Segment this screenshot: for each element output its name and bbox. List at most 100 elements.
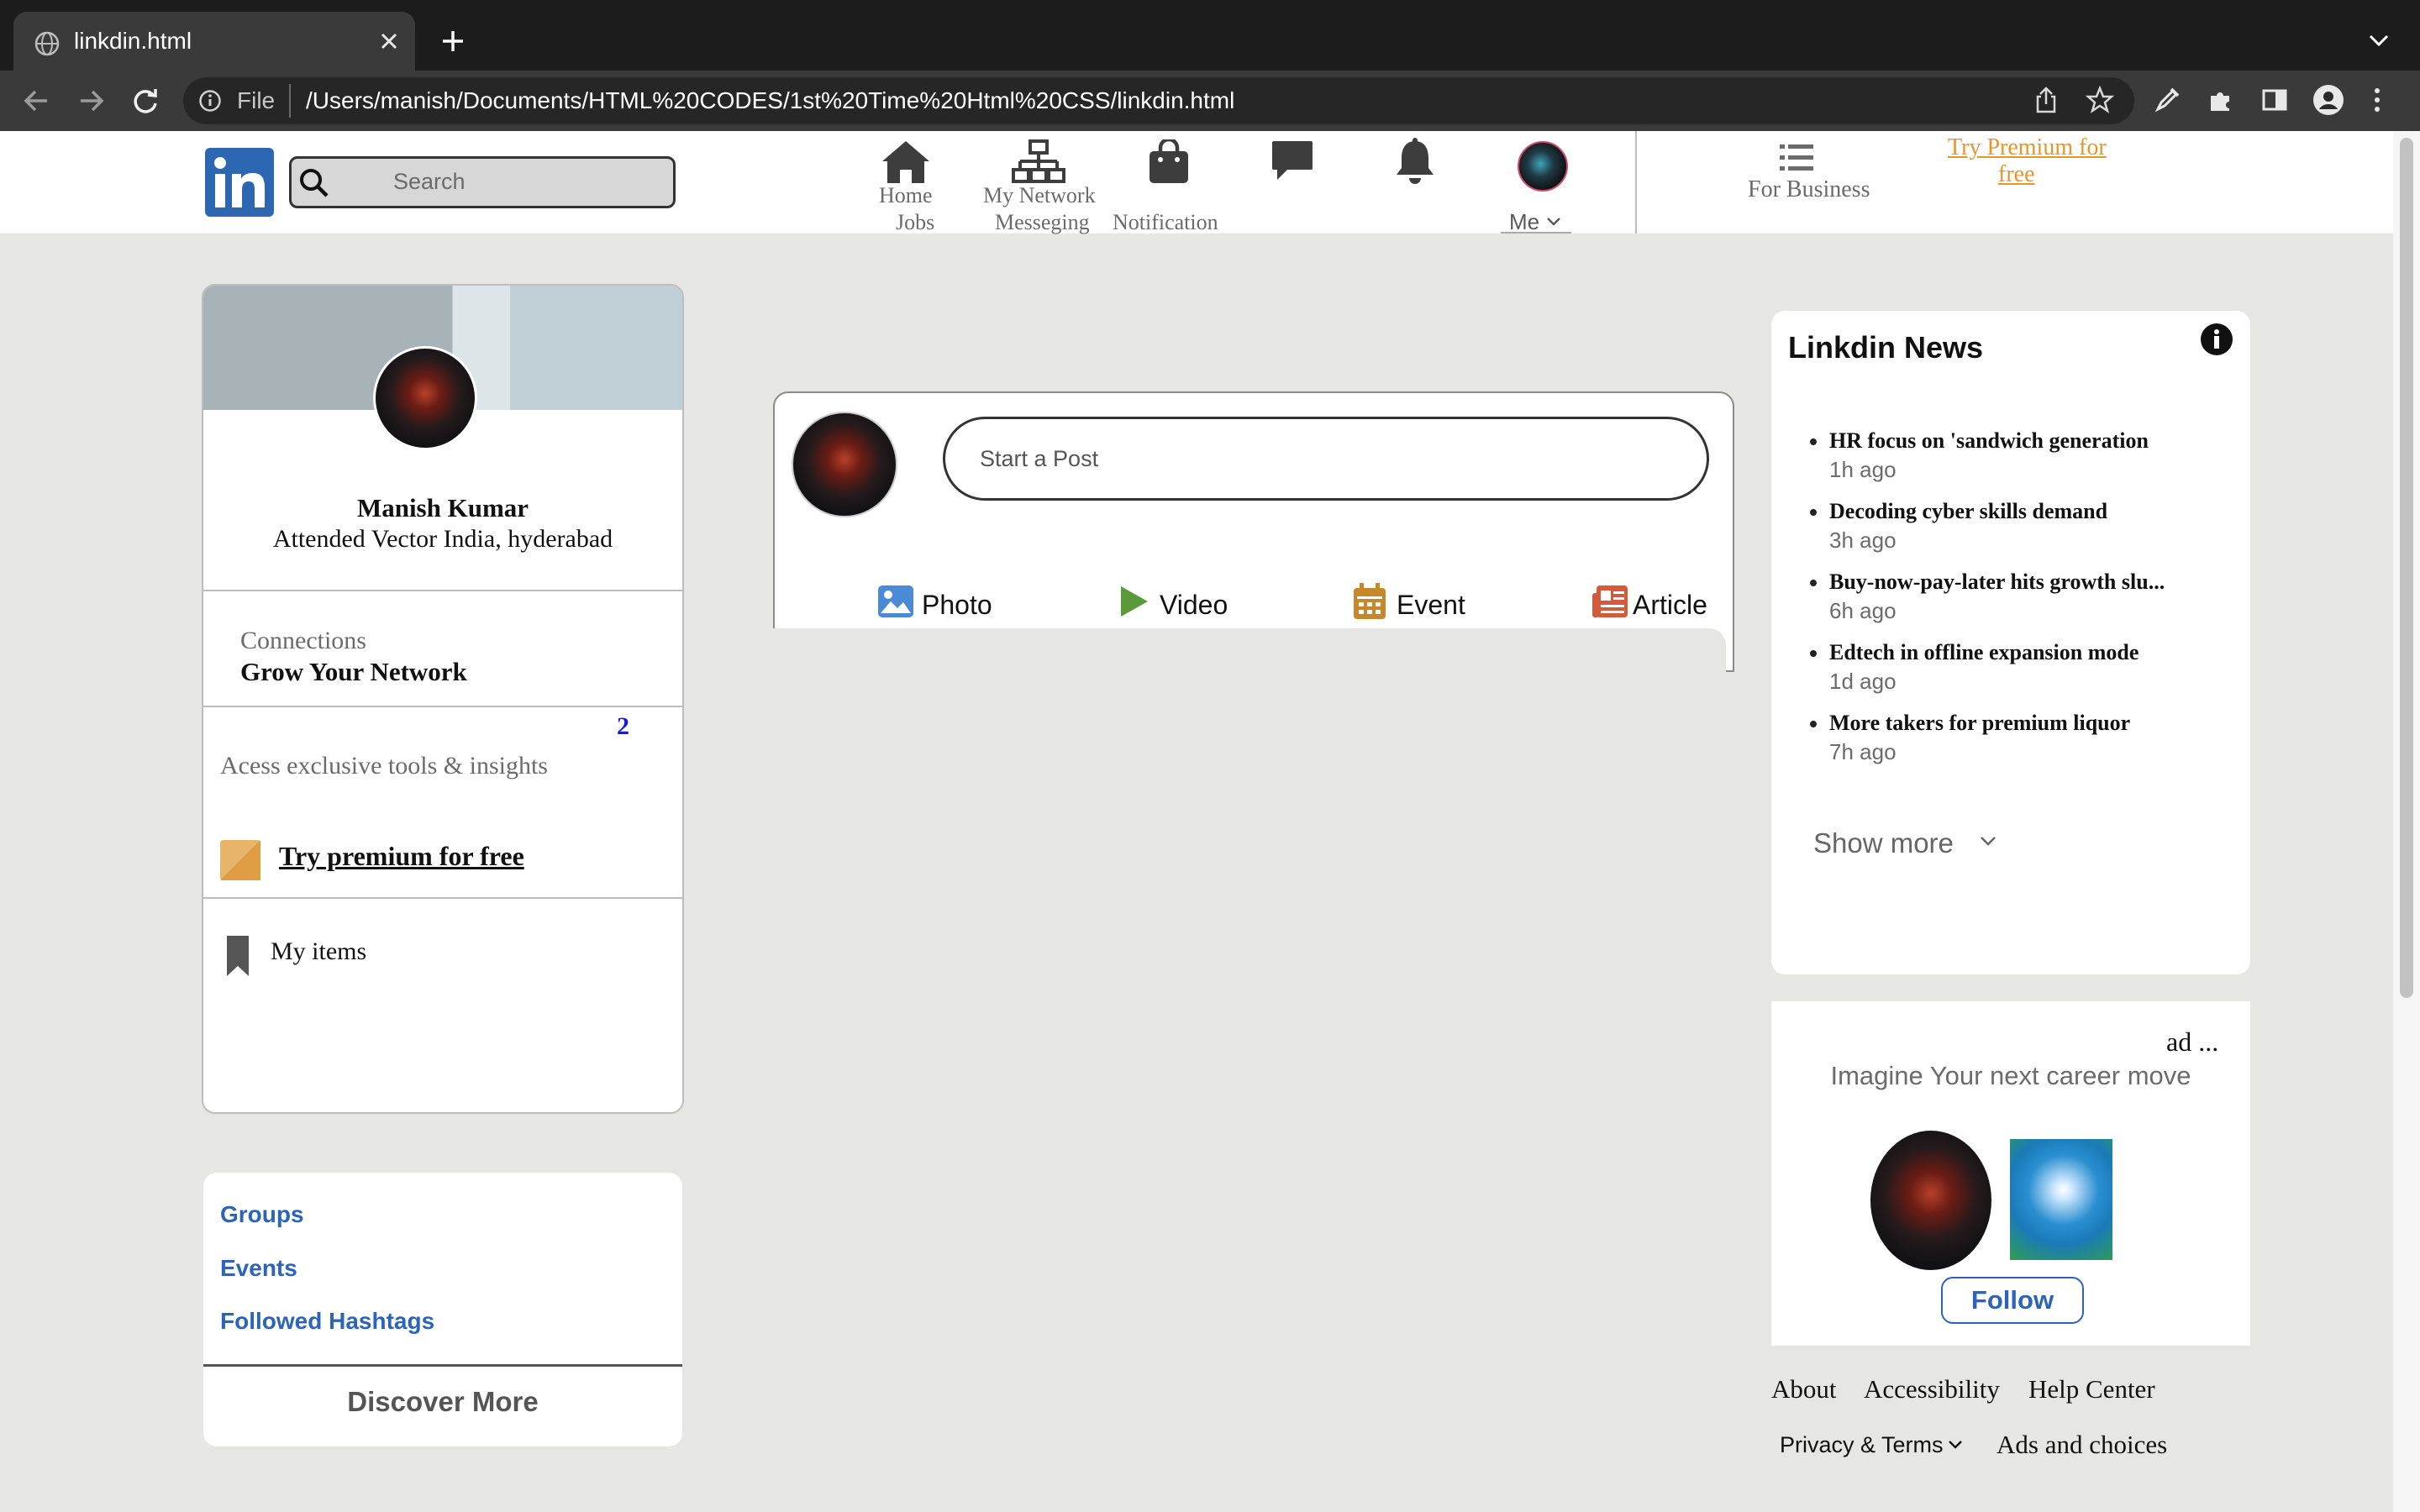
hashtags-link[interactable]: Followed Hashtags bbox=[220, 1308, 434, 1335]
linkedin-logo[interactable] bbox=[205, 148, 274, 217]
access-tools-text: Acess exclusive tools & insights bbox=[220, 752, 548, 780]
show-more-button[interactable]: Show more bbox=[1813, 827, 1954, 859]
bullet bbox=[1810, 509, 1817, 516]
chevron-down-icon[interactable] bbox=[1948, 1440, 1963, 1450]
chevron-down-icon[interactable] bbox=[2368, 32, 2390, 49]
ad-user-avatar bbox=[1870, 1131, 1991, 1270]
bullet bbox=[1810, 580, 1817, 586]
footer-ads[interactable]: Ads and choices bbox=[1996, 1430, 2167, 1460]
ad-label[interactable]: ad ... bbox=[2166, 1026, 2218, 1058]
plus-icon[interactable] bbox=[440, 29, 466, 54]
footer-help[interactable]: Help Center bbox=[2028, 1374, 2155, 1404]
divider bbox=[203, 706, 682, 707]
tab-title: linkdin.html bbox=[74, 28, 192, 54]
reload-icon[interactable] bbox=[131, 87, 160, 114]
chevron-down-icon[interactable] bbox=[1546, 217, 1561, 227]
grow-network-label[interactable]: Grow Your Network bbox=[240, 657, 467, 687]
discover-more-button[interactable]: Discover More bbox=[203, 1386, 682, 1418]
news-time: 1h ago bbox=[1829, 457, 1897, 482]
kebab-menu-icon[interactable] bbox=[2371, 86, 2383, 114]
groups-link[interactable]: Groups bbox=[220, 1201, 304, 1228]
divider bbox=[203, 897, 682, 899]
share-icon[interactable] bbox=[2033, 86, 2059, 114]
search-input[interactable] bbox=[289, 156, 676, 208]
divider bbox=[203, 590, 682, 591]
news-time: 7h ago bbox=[1829, 739, 1897, 764]
url-text[interactable]: /Users/manish/Documents/HTML%20CODES/1st… bbox=[306, 87, 1234, 114]
footer-accessibility[interactable]: Accessibility bbox=[1864, 1374, 2000, 1404]
forward-arrow-icon[interactable] bbox=[77, 87, 106, 114]
event-label[interactable]: Event bbox=[1397, 590, 1465, 621]
bullet bbox=[1810, 438, 1817, 445]
news-time: 3h ago bbox=[1829, 528, 1897, 553]
file-label: File bbox=[237, 87, 276, 113]
bookmark-icon[interactable] bbox=[225, 934, 250, 978]
post-avatar[interactable] bbox=[792, 412, 897, 517]
try-premium-link[interactable]: Try premium for free bbox=[279, 841, 524, 872]
profile-name[interactable]: Manish Kumar bbox=[203, 493, 682, 523]
nav-divider bbox=[1635, 131, 1637, 234]
omnibox-divider bbox=[289, 84, 291, 118]
avatar[interactable] bbox=[1518, 141, 1568, 192]
events-link[interactable]: Events bbox=[220, 1255, 297, 1282]
news-title: Linkdin News bbox=[1788, 330, 1984, 365]
post-card-gap bbox=[773, 628, 1726, 679]
info-icon[interactable] bbox=[2200, 323, 2233, 356]
puzzle-icon[interactable] bbox=[2207, 86, 2235, 114]
home-icon[interactable] bbox=[881, 139, 931, 185]
follow-label[interactable]: Follow bbox=[1941, 1285, 2084, 1315]
profile-subtitle: Attended Vector India, hyderabad bbox=[272, 525, 613, 553]
premium-badge-icon bbox=[220, 840, 260, 880]
news-time: 1d ago bbox=[1829, 669, 1897, 694]
nav-jobs-label[interactable]: Jobs bbox=[896, 210, 934, 235]
nav-network-label[interactable]: My Network bbox=[983, 183, 1096, 208]
bullet bbox=[1810, 650, 1817, 657]
news-headline[interactable]: Buy-now-pay-later hits growth slu... bbox=[1829, 570, 2165, 595]
network-icon[interactable] bbox=[1012, 139, 1065, 185]
sidebar-icon[interactable] bbox=[2260, 86, 2289, 114]
info-icon[interactable] bbox=[198, 89, 222, 113]
grid-menu-icon[interactable] bbox=[1780, 143, 1813, 173]
page-scrollbar-thumb[interactable] bbox=[2400, 138, 2413, 998]
article-label[interactable]: Article bbox=[1633, 590, 1707, 621]
briefcase-icon[interactable] bbox=[1148, 139, 1190, 185]
connections-count: 2 bbox=[617, 712, 629, 740]
me-underline bbox=[1501, 232, 1571, 234]
photo-label[interactable]: Photo bbox=[922, 590, 992, 621]
news-headline[interactable]: Edtech in offline expansion mode bbox=[1829, 640, 2139, 665]
nav-notification-label[interactable]: Notification bbox=[1113, 210, 1218, 235]
star-icon[interactable] bbox=[2086, 86, 2114, 114]
news-headline[interactable]: More takers for premium liquor bbox=[1829, 711, 2130, 736]
close-icon[interactable] bbox=[380, 32, 398, 50]
divider bbox=[203, 1364, 682, 1367]
nav-messaging-label[interactable]: Messeging bbox=[995, 210, 1090, 235]
photo-icon[interactable] bbox=[877, 585, 914, 618]
nav-home-label[interactable]: Home bbox=[879, 183, 933, 208]
news-headline[interactable]: Decoding cyber skills demand bbox=[1829, 499, 2107, 524]
bullet bbox=[1810, 721, 1817, 727]
news-headline[interactable]: HR focus on 'sandwich generation bbox=[1829, 428, 2149, 454]
news-time: 6h ago bbox=[1829, 598, 1897, 623]
profile-avatar[interactable] bbox=[373, 346, 477, 450]
back-arrow-icon[interactable] bbox=[22, 87, 50, 114]
message-icon[interactable] bbox=[1270, 139, 1314, 183]
premium-link-line1[interactable]: Try Premium for bbox=[1948, 134, 2107, 161]
for-business-label[interactable]: For Business bbox=[1748, 176, 1870, 203]
connections-label[interactable]: Connections bbox=[240, 627, 366, 655]
video-label[interactable]: Video bbox=[1160, 590, 1228, 621]
profile-icon[interactable] bbox=[2312, 84, 2344, 116]
article-icon[interactable] bbox=[1591, 585, 1628, 618]
search-placeholder: Search bbox=[393, 169, 466, 194]
search-icon bbox=[300, 169, 329, 197]
chevron-down-icon[interactable] bbox=[1980, 836, 1996, 848]
footer-about[interactable]: About bbox=[1771, 1374, 1837, 1404]
pen-icon[interactable] bbox=[2153, 86, 2181, 114]
my-items-label[interactable]: My items bbox=[271, 937, 366, 966]
event-icon[interactable] bbox=[1353, 583, 1386, 620]
start-post-placeholder: Start a Post bbox=[980, 446, 1099, 471]
video-icon[interactable] bbox=[1119, 585, 1150, 618]
footer-privacy[interactable]: Privacy & Terms bbox=[1780, 1432, 1944, 1458]
bell-icon[interactable] bbox=[1393, 138, 1437, 185]
company-logo bbox=[2010, 1139, 2112, 1260]
premium-link-line2[interactable]: free bbox=[1998, 161, 2035, 188]
